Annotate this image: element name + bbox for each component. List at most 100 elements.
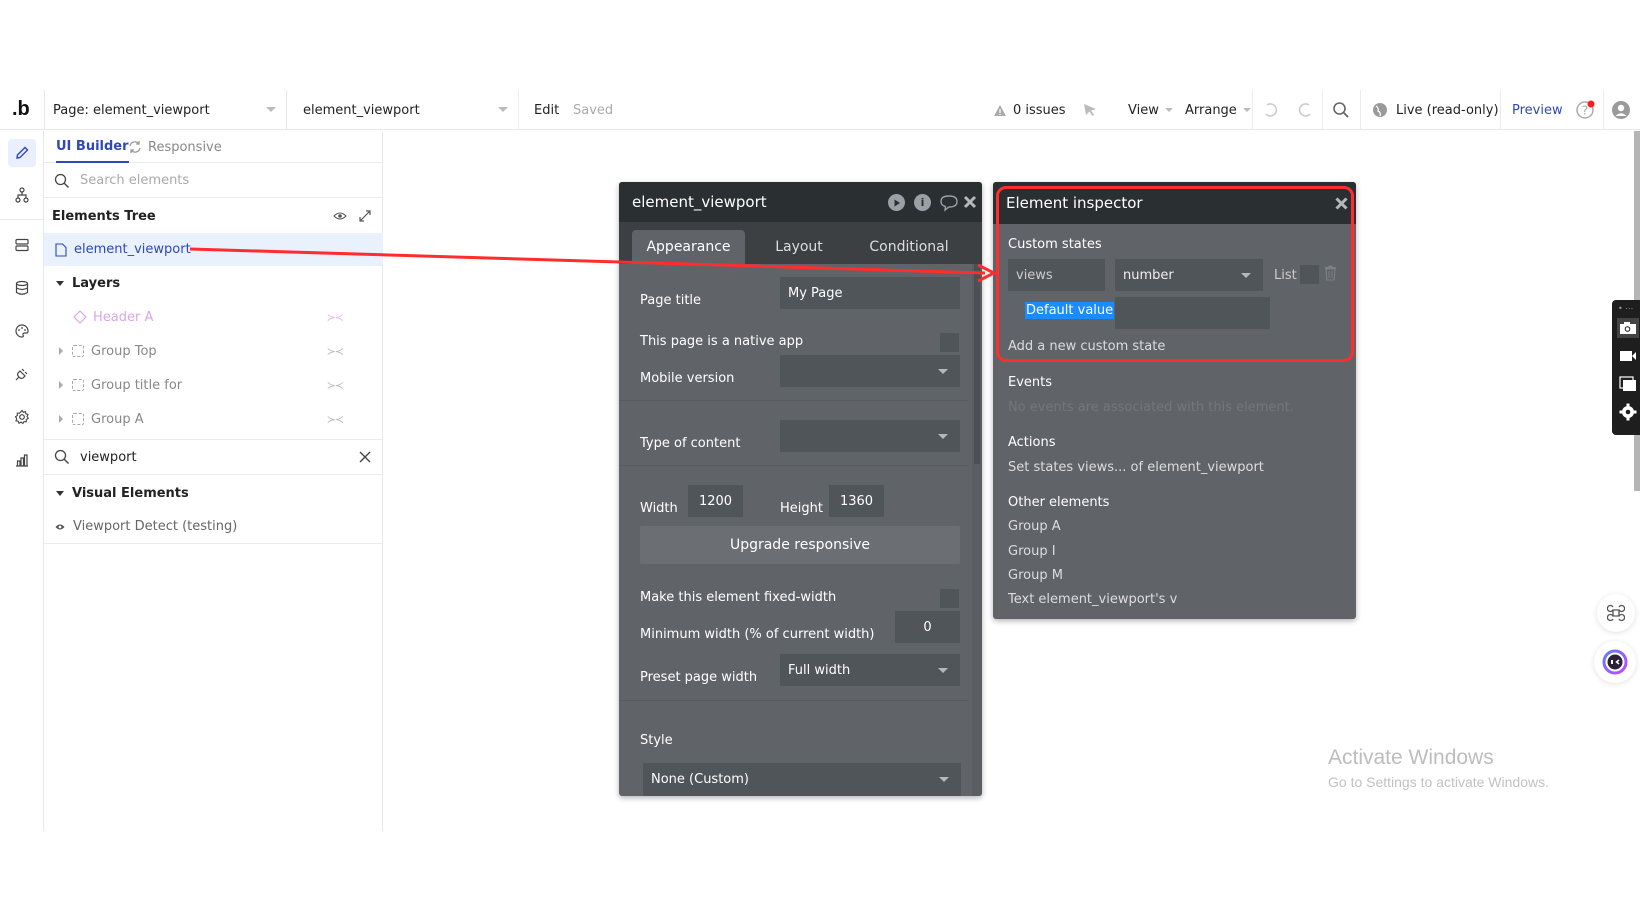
type-of-content-dropdown[interactable] (780, 420, 960, 452)
default-value-input[interactable] (1115, 297, 1270, 329)
filter-input[interactable]: viewport (44, 439, 383, 475)
tab-appearance[interactable]: Appearance (632, 230, 745, 264)
close-icon[interactable] (1335, 197, 1348, 214)
info-icon[interactable]: i (914, 194, 931, 211)
tab-responsive[interactable]: Responsive (128, 131, 222, 163)
activate-windows-title: Activate Windows (1328, 746, 1494, 769)
layer-item[interactable]: Group Top ≻≺ (44, 334, 383, 368)
default-value-label: Default value (1025, 302, 1115, 319)
layers-header[interactable]: Layers (44, 267, 383, 300)
comment-icon[interactable] (939, 194, 959, 216)
visual-elements-header[interactable]: Visual Elements (44, 476, 383, 510)
divider (619, 400, 968, 401)
expand-triangle-icon[interactable] (59, 347, 63, 355)
page-title-input[interactable]: My Page (780, 277, 960, 309)
command-button[interactable] (1597, 594, 1635, 632)
element-selector[interactable]: element_viewport (286, 90, 518, 130)
camera-icon[interactable] (1617, 318, 1639, 338)
visual-element-item[interactable]: Viewport Detect (testing) (44, 510, 383, 544)
layer-item[interactable]: Group A ≻≺ (44, 402, 383, 436)
tab-conditional[interactable]: Conditional (849, 230, 969, 264)
state-type-dropdown[interactable]: number (1115, 259, 1263, 291)
tree-item-root[interactable]: element_viewport (44, 233, 383, 266)
user-avatar-icon (1612, 101, 1630, 119)
arrange-menu[interactable]: Arrange (1185, 90, 1251, 130)
rail-workflow[interactable] (8, 181, 36, 209)
upgrade-responsive-button[interactable]: Upgrade responsive (640, 526, 960, 564)
scrollbar-thumb[interactable] (974, 264, 980, 464)
search-button[interactable] (1332, 90, 1350, 130)
other-element-item[interactable]: Group I (1008, 544, 1056, 559)
tab-ui-builder[interactable]: UI Builder (56, 131, 129, 163)
expand-triangle-icon[interactable] (59, 381, 63, 389)
help-button[interactable]: ? (1575, 90, 1595, 130)
add-custom-state-link[interactable]: Add a new custom state (1008, 339, 1165, 354)
divider (619, 700, 968, 701)
edit-menu[interactable]: Edit (534, 90, 559, 130)
trash-icon[interactable] (1324, 265, 1337, 285)
rail-plugins[interactable] (8, 360, 36, 388)
search-placeholder: Search elements (80, 173, 190, 188)
rail-database[interactable] (8, 274, 36, 302)
style-dropdown[interactable]: None (Custom) (643, 763, 961, 796)
preset-width-dropdown[interactable]: Full width (780, 654, 960, 686)
mobile-version-dropdown[interactable] (780, 355, 960, 387)
rail-design[interactable] (8, 139, 36, 167)
issues-button[interactable]: 0 issues (993, 90, 1066, 130)
expand-icon[interactable] (358, 209, 372, 223)
preview-button[interactable]: Preview (1512, 90, 1563, 130)
height-input[interactable]: 1360 (829, 485, 884, 517)
bubble-logo[interactable]: .b (12, 98, 30, 121)
rail-logs[interactable] (8, 446, 36, 474)
other-element-item[interactable]: Text element_viewport's v (1008, 592, 1177, 607)
width-input[interactable]: 1200 (688, 485, 743, 517)
more-icon[interactable]: • ⋯ (1618, 304, 1633, 313)
layer-item-label: Group A (91, 411, 144, 427)
tab-layout[interactable]: Layout (749, 230, 849, 264)
native-app-checkbox[interactable] (940, 333, 959, 352)
left-panel-tabs: UI Builder Responsive (44, 131, 383, 163)
list-checkbox[interactable] (1300, 265, 1319, 284)
page-selector[interactable]: Page: element_viewport (44, 90, 286, 130)
min-width-input[interactable]: 0 (895, 611, 960, 643)
native-app-label: This page is a native app (640, 334, 804, 349)
play-icon[interactable] (888, 194, 905, 211)
account-button[interactable] (1611, 90, 1631, 130)
video-icon[interactable] (1617, 346, 1639, 366)
action-item[interactable]: Set states views... of element_viewport (1008, 460, 1264, 475)
windows-icon[interactable] (1617, 374, 1639, 394)
hidden-eye-icon[interactable]: ≻≺ (327, 413, 344, 426)
close-icon[interactable] (963, 195, 977, 213)
rail-data[interactable] (8, 231, 36, 259)
hidden-eye-icon[interactable]: ≻≺ (327, 311, 344, 324)
rail-styles[interactable] (8, 317, 36, 345)
assistant-button[interactable] (1594, 641, 1636, 683)
layer-item-label: Group title for (91, 377, 183, 393)
fixed-width-checkbox[interactable] (940, 589, 959, 608)
layer-item[interactable]: Header A ≻≺ (44, 300, 383, 334)
group-icon (72, 413, 84, 425)
expand-triangle-icon[interactable] (59, 415, 63, 423)
clear-icon[interactable] (359, 451, 371, 463)
layer-item[interactable]: Group title for ≻≺ (44, 368, 383, 402)
other-element-item[interactable]: Group A (1008, 519, 1061, 534)
view-menu[interactable]: View (1128, 90, 1173, 130)
palette-icon (15, 324, 29, 338)
rail-settings[interactable] (8, 403, 36, 431)
events-empty: No events are associated with this eleme… (1008, 400, 1294, 415)
eye-icon[interactable] (333, 211, 347, 221)
state-type-value: number (1123, 267, 1174, 283)
undo-button[interactable] (1262, 90, 1280, 130)
redo-button[interactable] (1296, 90, 1314, 130)
editor-scrollbar[interactable] (972, 264, 982, 796)
other-element-item[interactable]: Group M (1008, 568, 1063, 583)
gear-icon[interactable] (1617, 402, 1639, 422)
visual-element-label: Viewport Detect (testing) (73, 519, 238, 534)
hidden-eye-icon[interactable]: ≻≺ (327, 379, 344, 392)
group-icon (72, 379, 84, 391)
live-version-button[interactable]: Live (read-only) (1372, 90, 1499, 130)
search-elements-input[interactable]: Search elements (44, 164, 383, 198)
hidden-eye-icon[interactable]: ≻≺ (327, 345, 344, 358)
state-name-input[interactable]: views (1008, 259, 1105, 291)
inspect-button[interactable] (1082, 90, 1098, 130)
